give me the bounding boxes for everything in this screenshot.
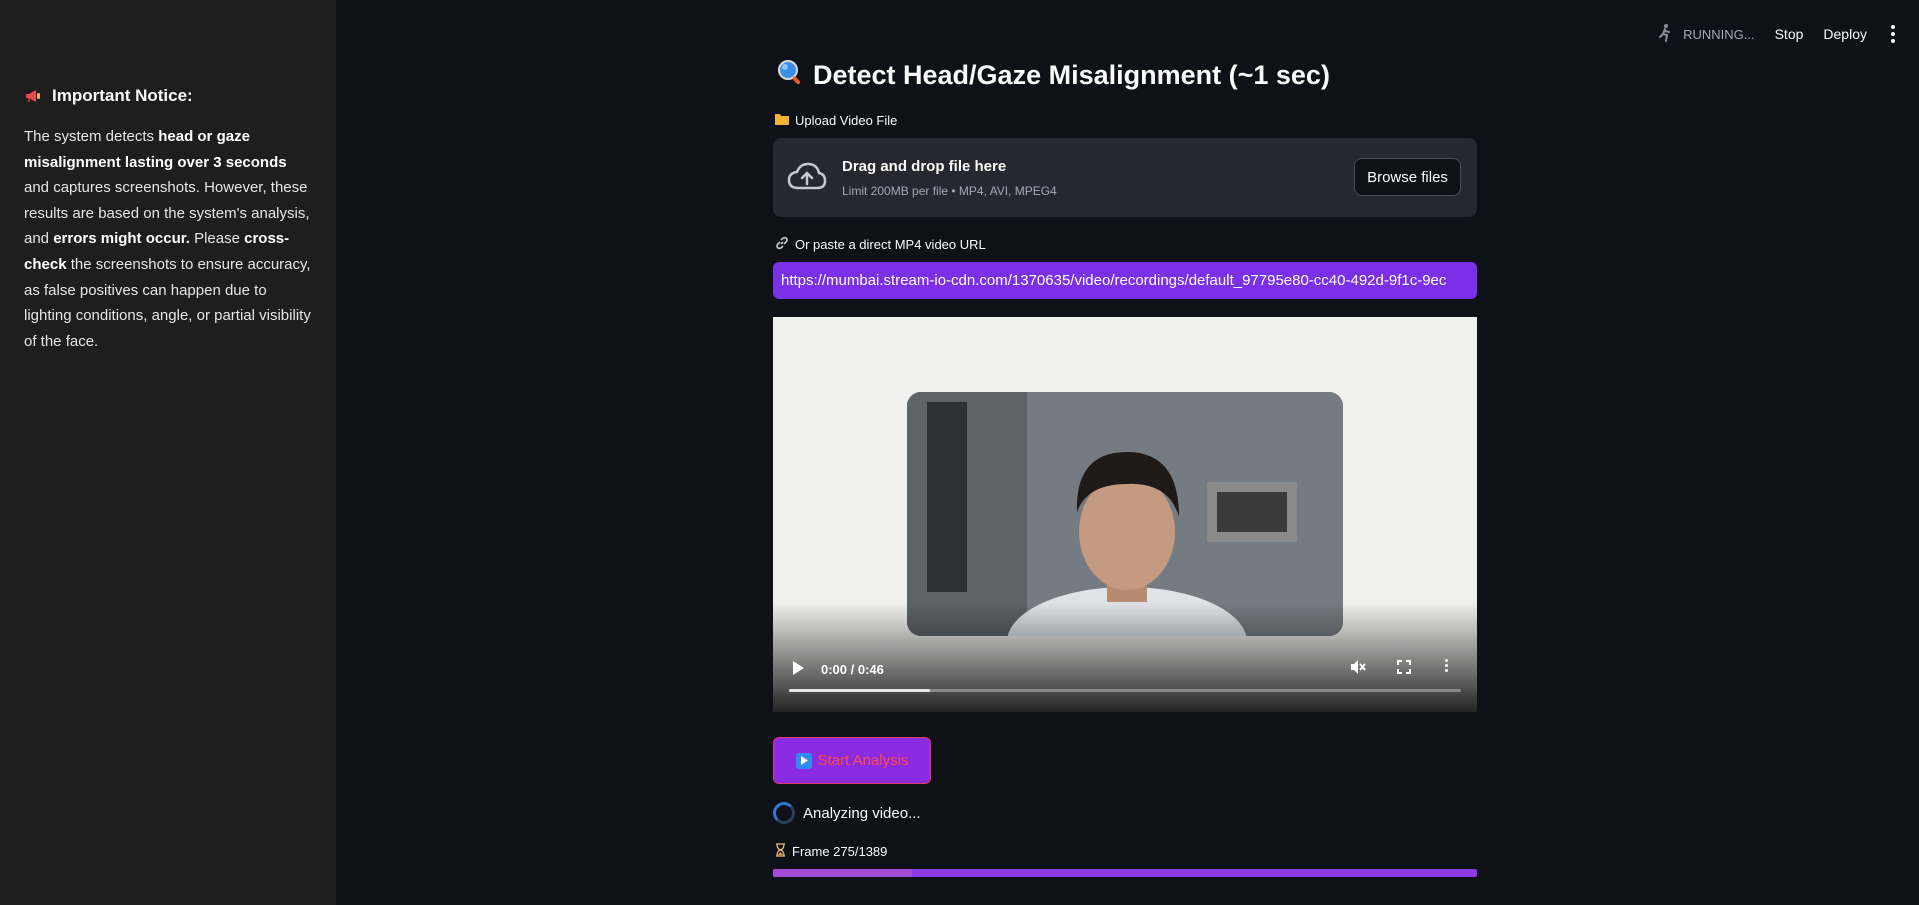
video-seek-progress [789, 689, 931, 692]
notice-heading: Important Notice: [24, 86, 193, 106]
analysis-progress-fill [773, 869, 913, 877]
start-analysis-label: Start Analysis [817, 752, 909, 769]
main-menu-icon[interactable] [1887, 25, 1899, 43]
video-url-value: https://mumbai.stream-io-cdn.com/1370635… [781, 272, 1447, 289]
notice-title: Important Notice: [52, 86, 193, 105]
dropzone-limit: Limit 200MB per file • MP4, AVI, MPEG4 [842, 184, 1057, 198]
analyzing-status: Analyzing video... [773, 802, 921, 824]
folder-icon [775, 113, 789, 128]
hourglass-icon [775, 843, 786, 860]
megaphone-icon [24, 87, 42, 105]
deploy-button[interactable]: Deploy [1823, 26, 1867, 42]
video-frame-image [907, 392, 1343, 636]
top-header: RUNNING... Stop Deploy [336, 0, 1919, 60]
analyzing-text: Analyzing video... [803, 804, 921, 822]
url-label-text: Or paste a direct MP4 video URL [795, 237, 986, 252]
running-person-icon [1655, 23, 1675, 46]
analysis-progress-bar [773, 869, 1477, 877]
play-button-icon [795, 752, 812, 769]
running-text: RUNNING... [1683, 26, 1755, 42]
start-analysis-button[interactable]: Start Analysis [773, 737, 931, 784]
play-icon[interactable] [791, 660, 805, 681]
spinner-icon [773, 802, 795, 824]
sidebar: Important Notice: The system detects hea… [0, 0, 336, 905]
link-icon [775, 236, 789, 253]
header-actions: RUNNING... Stop Deploy [1655, 0, 1899, 68]
frame-counter: Frame 275/1389 [775, 843, 887, 860]
browse-files-button[interactable]: Browse files [1354, 158, 1461, 196]
url-label: Or paste a direct MP4 video URL [775, 236, 986, 253]
notice-text-part: The system detects [24, 128, 159, 145]
page-title: Detect Head/Gaze Misalignment (~1 sec) [775, 58, 1495, 93]
video-time: 0:00 / 0:46 [821, 662, 884, 677]
video-more-icon[interactable] [1445, 659, 1448, 672]
stop-button[interactable]: Stop [1775, 26, 1804, 42]
dropzone-title: Drag and drop file here [842, 158, 1007, 175]
video-player[interactable]: 0:00 / 0:46 [773, 317, 1477, 712]
frame-counter-text: Frame 275/1389 [792, 844, 888, 859]
cloud-upload-icon [787, 162, 827, 197]
video-controls: 0:00 / 0:46 [773, 642, 1477, 712]
notice-text-part: Please [189, 230, 245, 248]
notice-text: The system detects head or gaze misalign… [24, 124, 314, 354]
page-title-text: Detect Head/Gaze Misalignment (~1 sec) [813, 60, 1330, 90]
notice-bold-errors: errors might occur. [53, 230, 190, 248]
upload-label: Upload Video File [775, 113, 897, 128]
running-status: RUNNING... [1655, 23, 1755, 46]
video-url-input[interactable]: https://mumbai.stream-io-cdn.com/1370635… [773, 262, 1477, 299]
video-seek-bar[interactable] [789, 689, 1461, 692]
notice-text-part: the screenshots to ensure accuracy, as f… [24, 255, 311, 350]
magnifier-icon [775, 58, 803, 93]
muted-speaker-icon[interactable] [1349, 658, 1367, 681]
file-dropzone[interactable]: Drag and drop file here Limit 200MB per … [773, 138, 1477, 217]
fullscreen-icon[interactable] [1397, 660, 1411, 679]
upload-label-text: Upload Video File [795, 113, 898, 128]
